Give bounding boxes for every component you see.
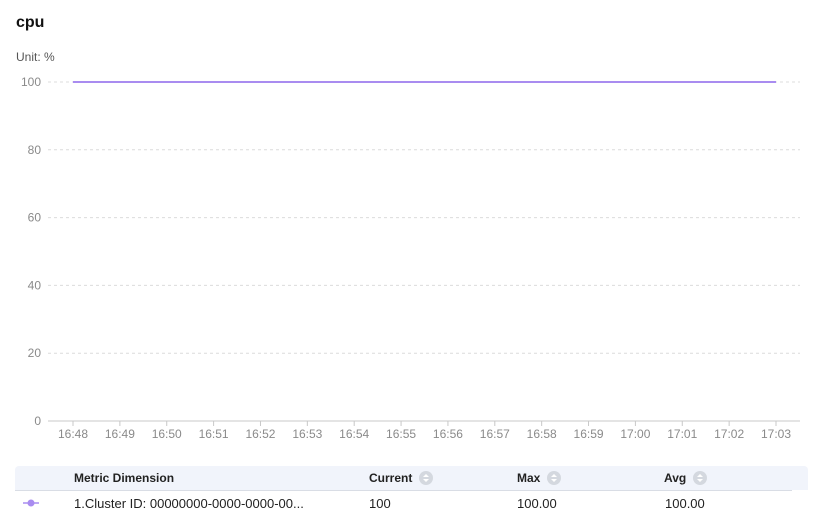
sort-icon[interactable] [419,471,434,485]
x-tick-label: 16:59 [574,427,604,441]
column-metric-dimension: Metric Dimension [74,471,175,485]
x-tick-label: 16:54 [339,427,369,441]
row-metric-dimension: 1.Cluster ID: 00000000-0000-0000-00... [74,496,304,511]
y-tick-label: 20 [28,346,42,360]
cpu-line-chart: 0 20 40 60 80 100 16:48 16:49 16:50 16:51 16:52 16… [21,75,800,441]
metric-legend-table: Metric Dimension Current Max Avg 1.Clust… [15,466,808,525]
series-marker-icon[interactable] [23,498,39,508]
x-tick-label: 17:03 [761,427,791,441]
x-tick-label: 16:48 [58,427,88,441]
x-tick-label: 16:51 [199,427,229,441]
x-tick-label: 17:02 [714,427,744,441]
sort-icon[interactable] [547,471,562,485]
x-tick-label: 16:56 [433,427,463,441]
table-header: Metric Dimension Current Max Avg [15,466,808,490]
y-tick-label: 100 [21,75,41,89]
column-max[interactable]: Max [517,471,562,485]
x-tick-label: 16:55 [386,427,416,441]
row-avg-value: 100.00 [665,496,705,511]
x-tick-label: 16:57 [480,427,510,441]
x-tick-label: 17:00 [620,427,650,441]
y-tick-label: 60 [28,211,42,225]
x-tick-label: 16:49 [105,427,135,441]
x-tick-label: 16:53 [292,427,322,441]
y-tick-label: 40 [28,278,42,292]
column-current[interactable]: Current [369,471,434,485]
x-tick-label: 17:01 [667,427,697,441]
x-tick-label: 16:50 [152,427,182,441]
row-max-value: 100.00 [517,496,557,511]
column-avg[interactable]: Avg [664,471,708,485]
row-divider [15,490,792,491]
x-tick-label: 16:58 [527,427,557,441]
row-current-value: 100 [369,496,391,511]
y-tick-label: 0 [34,414,41,428]
x-tick-label: 16:52 [245,427,275,441]
y-tick-label: 80 [28,143,42,157]
sort-icon[interactable] [693,471,708,485]
